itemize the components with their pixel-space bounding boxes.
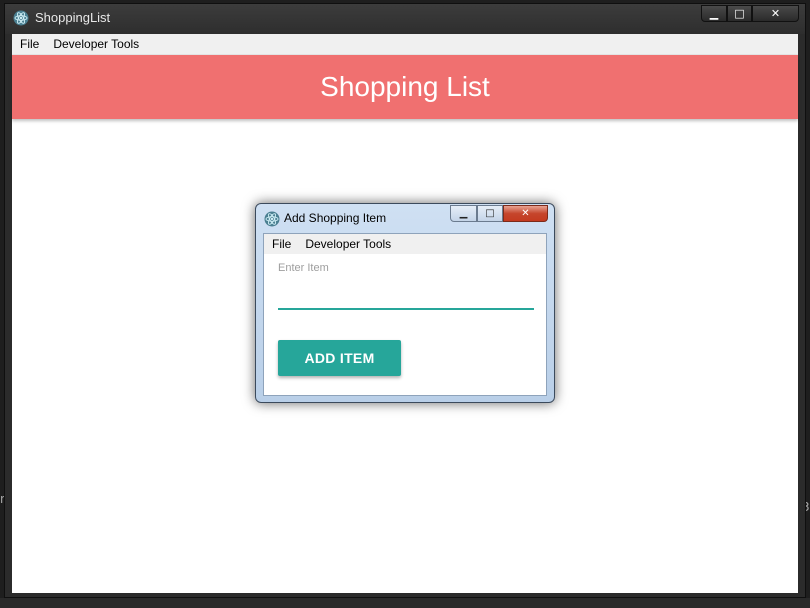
dialog-menu-bar: File Developer Tools (264, 234, 546, 254)
electron-atom-icon (264, 211, 280, 227)
maximize-button[interactable]: □ (727, 5, 752, 22)
close-button[interactable]: ✕ (752, 5, 799, 22)
add-item-button[interactable]: ADD ITEM (278, 340, 401, 376)
add-item-dialog: Add Shopping Item ▁ □ ✕ File Developer T… (255, 203, 555, 403)
dialog-close-button[interactable]: ✕ (503, 205, 548, 222)
dialog-menu-file[interactable]: File (266, 237, 297, 251)
dialog-window-controls: ▁ □ ✕ (450, 205, 548, 222)
item-input-label: Enter Item (278, 262, 329, 274)
minimize-icon: ▁ (709, 7, 719, 20)
window-controls: ▁ □ ✕ (701, 5, 799, 24)
minimize-icon: ▁ (459, 208, 468, 219)
menu-file[interactable]: File (14, 37, 45, 51)
close-icon: ✕ (521, 208, 530, 219)
menu-developer-tools[interactable]: Developer Tools (47, 37, 145, 51)
dialog-menu-developer-tools[interactable]: Developer Tools (299, 237, 397, 251)
main-titlebar[interactable]: ShoppingList ▁ □ ✕ (5, 4, 805, 34)
dialog-minimize-button[interactable]: ▁ (450, 205, 477, 222)
dialog-titlebar[interactable]: Add Shopping Item ▁ □ ✕ (256, 204, 554, 234)
electron-atom-icon (13, 10, 29, 26)
dialog-client-area: File Developer Tools Enter Item ADD ITEM (263, 233, 547, 396)
item-input[interactable] (278, 278, 534, 310)
maximize-icon: □ (485, 208, 495, 219)
window-title: ShoppingList (35, 10, 111, 25)
menu-bar: File Developer Tools (12, 34, 798, 55)
dialog-title: Add Shopping Item (284, 211, 387, 225)
close-icon: ✕ (770, 7, 781, 20)
app-header: Shopping List (12, 55, 798, 119)
background-taskbar-strip (0, 598, 810, 608)
dialog-maximize-button[interactable]: □ (477, 205, 503, 222)
maximize-icon: □ (734, 7, 745, 20)
page-title: Shopping List (320, 71, 490, 102)
minimize-button[interactable]: ▁ (701, 5, 727, 22)
